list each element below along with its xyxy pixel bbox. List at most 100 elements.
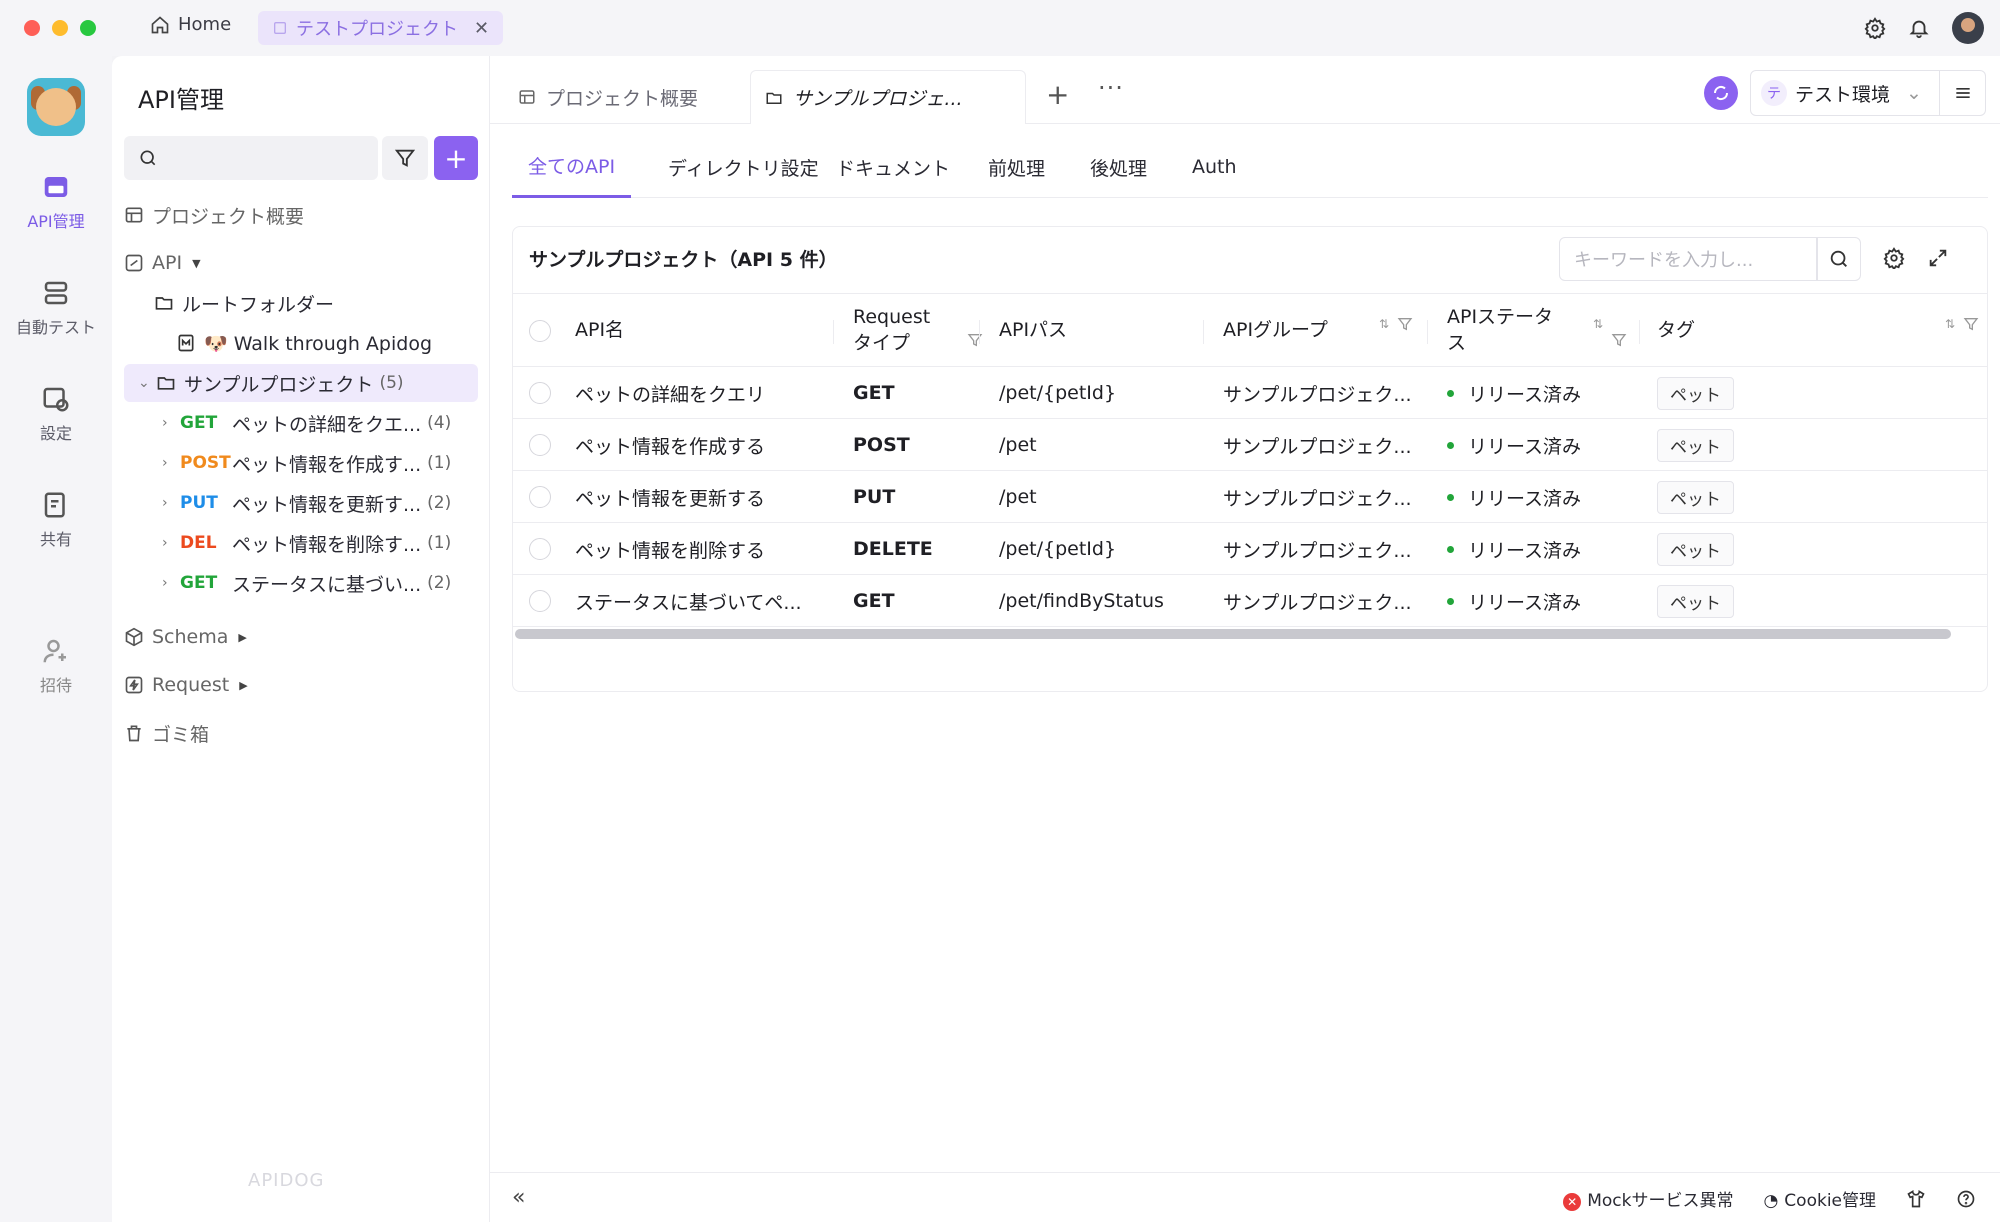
filter-icon [394, 147, 416, 169]
environment-select[interactable]: テ テスト環境 ⌄ [1750, 70, 1940, 116]
column-header-tag[interactable]: タグ ⇅ [1657, 294, 1987, 368]
sidebar-filter-button[interactable] [382, 136, 428, 180]
sidebar-item-overview[interactable]: プロジェクト概要 [124, 196, 478, 234]
row-checkbox[interactable] [529, 471, 551, 523]
api-name: ペット情報を更新する [575, 487, 766, 510]
filter-icon[interactable] [1397, 316, 1413, 332]
tab-documents[interactable]: ドキュメント [820, 136, 966, 198]
tab-project-overview[interactable]: プロジェクト概要 [518, 70, 698, 124]
filter-icon[interactable] [1611, 316, 1627, 348]
title-bar: Home テストプロジェクト ✕ [0, 0, 2000, 56]
api-tag: ペット [1657, 367, 1734, 419]
sort-icon[interactable]: ⇅ [1945, 316, 1955, 332]
settings-icon [41, 384, 71, 414]
sidebar-endpoint[interactable]: › DEL ペット情報を削除す... (1) [124, 524, 478, 562]
sidebar-item-api[interactable]: API ▼ [124, 244, 478, 282]
sidebar-search-input[interactable] [124, 136, 378, 180]
tab-directory-settings[interactable]: ディレクトリ設定 [652, 136, 835, 198]
gear-icon[interactable] [1864, 17, 1886, 39]
layout-icon [518, 88, 536, 106]
sidebar-item-trash[interactable]: ゴミ箱 [124, 714, 478, 752]
rail-item-settings[interactable]: 設定 [0, 384, 112, 444]
add-button[interactable]: + [434, 136, 478, 180]
tab-pre-processing[interactable]: 前処理 [972, 136, 1061, 198]
sidebar-item-sample-project[interactable]: ⌄ サンプルプロジェクト (5) [124, 364, 478, 402]
request-method: GET [853, 382, 895, 404]
add-tab-icon[interactable]: + [1046, 78, 1069, 111]
sidebar-endpoint[interactable]: › POST ペット情報を作成す... (1) [124, 444, 478, 482]
close-window-button[interactable] [24, 20, 40, 36]
close-tab-icon[interactable]: ✕ [474, 18, 489, 39]
sort-icon[interactable]: ⇅ [1593, 316, 1603, 348]
api-group: サンプルプロジェク... [1223, 591, 1412, 614]
keyword-search-input[interactable]: キーワードを入力し... [1559, 237, 1817, 281]
mock-service-status[interactable]: ✕ Mockサービス異常 [1563, 1186, 1733, 1211]
table-row[interactable]: ペット情報を削除する DELETE /pet/{petId} サンプルプロジェク… [513, 523, 1987, 575]
column-header-request-type[interactable]: Request タイプ [853, 294, 983, 368]
api-path: /pet/findByStatus [999, 590, 1164, 612]
chevron-right-icon: › [162, 415, 168, 431]
api-path: /pet [999, 434, 1037, 456]
cookie-icon: ◔ [1763, 1191, 1779, 1211]
sidebar-item-root-folder[interactable]: ルートフォルダー [124, 284, 478, 322]
sidebar-endpoint[interactable]: › GET ペットの詳細をクエ... (4) [124, 404, 478, 442]
collapse-sidebar-icon[interactable]: « [512, 1185, 525, 1210]
column-header-name: API名 [575, 319, 625, 342]
rail-item-api-management[interactable]: API管理 [0, 172, 112, 232]
expand-icon[interactable] [1927, 247, 1949, 269]
cookie-manager-button[interactable]: ◔ Cookie管理 [1763, 1186, 1876, 1211]
keyword-search-button[interactable] [1817, 237, 1861, 281]
apidog-watermark: APIDOG [248, 1170, 325, 1191]
chevron-right-icon: › [162, 575, 168, 591]
error-icon: ✕ [1563, 1193, 1582, 1211]
filter-icon[interactable] [1963, 316, 1979, 332]
tab-post-processing[interactable]: 後処理 [1074, 136, 1163, 198]
column-header-group[interactable]: APIグループ ⇅ [1223, 294, 1423, 368]
sidebar-item-walk-through[interactable]: 🐶 Walk through Apidog [124, 324, 478, 362]
column-header-status[interactable]: APIステータ ス ⇅ [1447, 294, 1627, 368]
row-checkbox[interactable] [529, 419, 551, 471]
request-method: GET [853, 590, 895, 612]
sync-icon[interactable] [1704, 76, 1738, 110]
api-group: サンプルプロジェク... [1223, 539, 1412, 562]
tab-all-apis[interactable]: 全てのAPI [512, 136, 632, 198]
project-tab[interactable]: テストプロジェクト ✕ [258, 11, 504, 45]
rail-item-auto-test[interactable]: 自動テスト [0, 278, 112, 338]
sidebar-item-request[interactable]: Request ▶ [124, 666, 478, 704]
environment-menu-button[interactable] [1940, 70, 1986, 116]
rail-item-invite[interactable]: 招待 [0, 636, 112, 696]
row-checkbox[interactable] [529, 523, 551, 575]
shirt-icon[interactable] [1906, 1189, 1926, 1209]
sort-icon[interactable]: ⇅ [1379, 316, 1389, 332]
folder-icon [154, 293, 176, 313]
table-settings-gear-icon[interactable] [1883, 247, 1905, 269]
sidebar-endpoint[interactable]: › GET ステータスに基づい... (2) [124, 564, 478, 602]
filter-icon[interactable] [967, 316, 983, 348]
home-tab[interactable]: Home [150, 14, 231, 35]
rail-item-share[interactable]: 共有 [0, 490, 112, 550]
more-icon[interactable]: ··· [1098, 74, 1124, 102]
request-method: PUT [853, 486, 896, 508]
chevron-right-icon: › [162, 535, 168, 551]
maximize-window-button[interactable] [80, 20, 96, 36]
select-all-checkbox[interactable] [529, 294, 551, 368]
table-row[interactable]: ステータスに基づいてペ... GET /pet/findByStatus サンプ… [513, 575, 1987, 627]
row-checkbox[interactable] [529, 367, 551, 419]
traffic-lights [24, 20, 96, 36]
layout-icon [124, 205, 146, 225]
sidebar-item-schema[interactable]: Schema ▶ [124, 618, 478, 656]
table-row[interactable]: ペット情報を作成する POST /pet サンプルプロジェク... リリース済み… [513, 419, 1987, 471]
table-row[interactable]: ペット情報を更新する PUT /pet サンプルプロジェク... リリース済み … [513, 471, 1987, 523]
api-group: サンプルプロジェク... [1223, 435, 1412, 458]
minimize-window-button[interactable] [52, 20, 68, 36]
sidebar-endpoint[interactable]: › PUT ペット情報を更新す... (2) [124, 484, 478, 522]
horizontal-scrollbar[interactable] [515, 629, 1951, 639]
api-status: リリース済み [1447, 523, 1581, 575]
help-icon[interactable] [1956, 1189, 1976, 1209]
row-checkbox[interactable] [529, 575, 551, 627]
user-avatar[interactable] [1952, 12, 1984, 44]
tab-sample-project[interactable]: サンプルプロジェ... [750, 70, 1026, 124]
table-row[interactable]: ペットの詳細をクエリ GET /pet/{petId} サンプルプロジェク...… [513, 367, 1987, 419]
bell-icon[interactable] [1908, 17, 1930, 39]
tab-auth[interactable]: Auth [1176, 136, 1253, 198]
